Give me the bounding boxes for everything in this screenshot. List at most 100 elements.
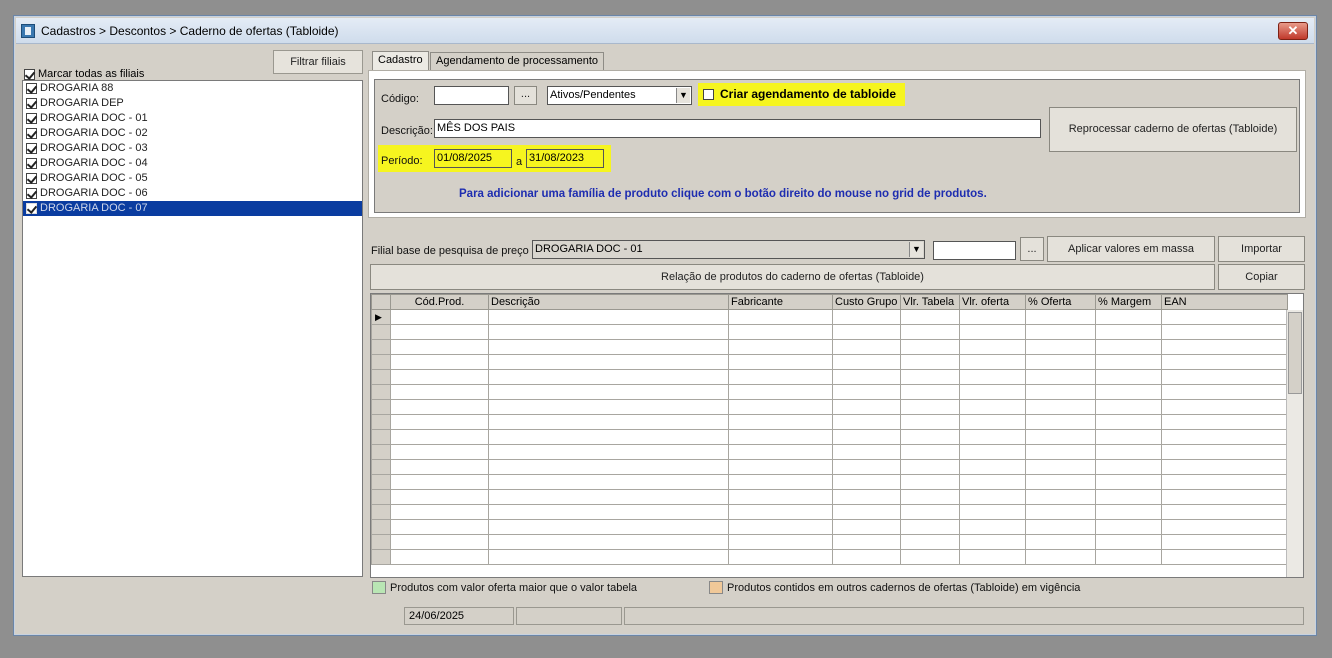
grid-cell[interactable] (390, 519, 489, 535)
grid-cell[interactable] (832, 399, 901, 415)
grid-cell[interactable] (959, 369, 1026, 385)
grid-cell[interactable] (390, 369, 489, 385)
grid-cell[interactable] (488, 354, 729, 370)
grid-cell[interactable] (900, 549, 960, 565)
grid-cell[interactable] (390, 459, 489, 475)
reprocessar-button[interactable]: Reprocessar caderno de ofertas (Tabloide… (1049, 107, 1297, 152)
grid-cell[interactable] (728, 459, 833, 475)
filial-item[interactable]: DROGARIA DEP (23, 96, 362, 111)
col-header-custo-grupo[interactable]: Custo Grupo (832, 294, 901, 310)
grid-cell[interactable] (832, 504, 901, 520)
grid-cell[interactable] (1095, 549, 1162, 565)
row-header[interactable] (371, 474, 391, 490)
grid-cell[interactable] (390, 414, 489, 430)
grid-cell[interactable] (728, 324, 833, 340)
grid-cell[interactable] (728, 309, 833, 325)
current-row-indicator-icon[interactable]: ▶ (371, 309, 391, 325)
grid-cell[interactable] (1095, 384, 1162, 400)
grid-cell[interactable] (488, 369, 729, 385)
row-header[interactable] (371, 369, 391, 385)
grid-cell[interactable] (900, 414, 960, 430)
grid-cell[interactable] (959, 474, 1026, 490)
grid-cell[interactable] (728, 429, 833, 445)
filial-item[interactable]: DROGARIA DOC - 03 (23, 141, 362, 156)
grid-cell[interactable] (900, 369, 960, 385)
grid-cell[interactable] (488, 474, 729, 490)
grid-cell[interactable] (1161, 549, 1288, 565)
importar-button[interactable]: Importar (1218, 236, 1305, 262)
grid-cell[interactable] (900, 489, 960, 505)
grid-cell[interactable] (728, 354, 833, 370)
grid-cell[interactable] (488, 324, 729, 340)
filial-item[interactable]: DROGARIA DOC - 06 (23, 186, 362, 201)
periodo-fim-input[interactable]: 31/08/2023 (526, 149, 604, 168)
checkbox-icon[interactable] (26, 142, 37, 154)
checkbox-icon[interactable] (26, 82, 37, 94)
produtos-grid[interactable]: Cód.Prod. Descrição Fabricante Custo Gru… (370, 293, 1304, 578)
grid-cell[interactable] (1095, 324, 1162, 340)
grid-cell[interactable] (1095, 489, 1162, 505)
grid-cell[interactable] (959, 384, 1026, 400)
grid-cell[interactable] (832, 339, 901, 355)
grid-cell[interactable] (959, 519, 1026, 535)
grid-cell[interactable] (1095, 399, 1162, 415)
grid-cell[interactable] (728, 414, 833, 430)
grid-cell[interactable] (1025, 489, 1096, 505)
grid-cell[interactable] (1025, 309, 1096, 325)
filial-item[interactable]: DROGARIA DOC - 02 (23, 126, 362, 141)
grid-cell[interactable] (900, 459, 960, 475)
grid-cell[interactable] (1161, 429, 1288, 445)
grid-cell[interactable] (1095, 474, 1162, 490)
col-header-vlr-tabela[interactable]: Vlr. Tabela (900, 294, 960, 310)
col-header-cod-prod[interactable]: Cód.Prod. (390, 294, 489, 310)
row-header[interactable] (371, 519, 391, 535)
grid-cell[interactable] (1025, 339, 1096, 355)
checkbox-icon[interactable] (26, 97, 37, 109)
filial-item[interactable]: DROGARIA 88 (23, 81, 362, 96)
table-row[interactable] (371, 339, 1288, 355)
grid-cell[interactable] (390, 339, 489, 355)
table-row[interactable] (371, 519, 1288, 535)
grid-cell[interactable] (390, 354, 489, 370)
grid-cell[interactable] (1161, 504, 1288, 520)
codigo-lookup-button[interactable]: ... (514, 86, 537, 105)
grid-cell[interactable] (900, 519, 960, 535)
table-row[interactable] (371, 534, 1288, 550)
filial-item[interactable]: DROGARIA DOC - 04 (23, 156, 362, 171)
col-header-descricao[interactable]: Descrição (488, 294, 729, 310)
grid-cell[interactable] (728, 549, 833, 565)
grid-cell[interactable] (1025, 429, 1096, 445)
grid-cell[interactable] (1025, 324, 1096, 340)
table-row[interactable] (371, 444, 1288, 460)
grid-cell[interactable] (390, 504, 489, 520)
table-row[interactable] (371, 429, 1288, 445)
grid-cell[interactable] (959, 339, 1026, 355)
grid-cell[interactable] (1025, 549, 1096, 565)
grid-cell[interactable] (1161, 384, 1288, 400)
grid-cell[interactable] (1095, 534, 1162, 550)
checkbox-icon[interactable] (26, 112, 37, 124)
grid-cell[interactable] (488, 429, 729, 445)
grid-cell[interactable] (1161, 489, 1288, 505)
grid-cell[interactable] (832, 429, 901, 445)
row-header[interactable] (371, 549, 391, 565)
grid-cell[interactable] (959, 549, 1026, 565)
grid-cell[interactable] (390, 429, 489, 445)
grid-cell[interactable] (900, 504, 960, 520)
grid-cell[interactable] (390, 489, 489, 505)
grid-cell[interactable] (900, 324, 960, 340)
grid-cell[interactable] (728, 519, 833, 535)
grid-cell[interactable] (390, 324, 489, 340)
grid-cell[interactable] (959, 504, 1026, 520)
grid-cell[interactable] (728, 474, 833, 490)
grid-cell[interactable] (1025, 399, 1096, 415)
grid-cell[interactable] (832, 354, 901, 370)
produto-lookup-input[interactable] (933, 241, 1016, 260)
descricao-input[interactable]: MÊS DOS PAIS (434, 119, 1041, 138)
grid-cell[interactable] (390, 384, 489, 400)
grid-cell[interactable] (488, 549, 729, 565)
table-row[interactable] (371, 474, 1288, 490)
status-select[interactable]: Ativos/Pendentes ▼ (547, 86, 692, 105)
table-row[interactable]: ▶ (371, 309, 1288, 325)
grid-cell[interactable] (959, 414, 1026, 430)
